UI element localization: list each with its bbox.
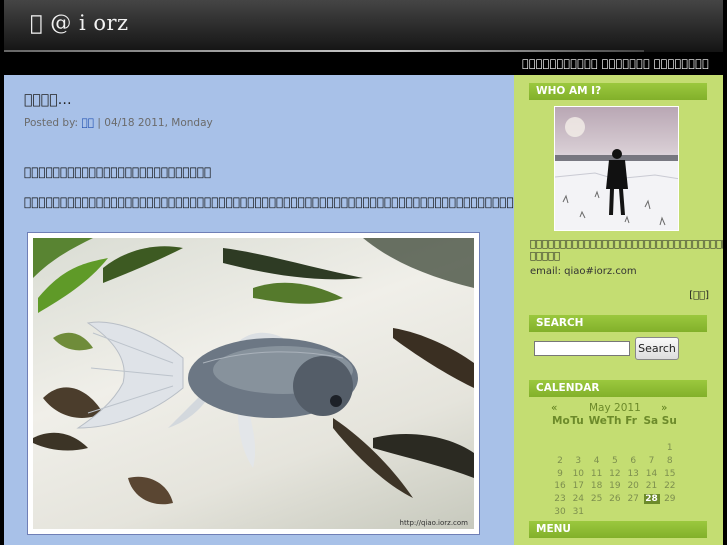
main-content:     … Posted by:    | 04/18 2011, Monday… (4, 75, 593, 545)
calendar-day[interactable]: 9 (552, 469, 568, 479)
site-header:   @ i orz (4, 0, 723, 52)
tagline-bar:                              (4, 52, 723, 75)
email-text: email: qiao#iorz.com (530, 266, 637, 277)
goldfish-illustration (33, 238, 474, 505)
calendar-day[interactable]: 21 (644, 481, 660, 491)
calendar-day[interactable]: 27 (625, 494, 641, 504)
calendar-day[interactable]: 6 (625, 456, 641, 466)
calendar-day[interactable]: 11 (589, 469, 605, 479)
calendar-day[interactable]: 22 (662, 481, 678, 491)
photo-watermark: http://qiao.iorz.com (399, 519, 468, 527)
posted-by-label: Posted by: (24, 117, 79, 129)
calendar-day[interactable]: 3 (570, 456, 586, 466)
person-in-snow-illustration (555, 117, 678, 230)
site-tagline:                              (521, 57, 709, 70)
menu-header: MENU (529, 521, 707, 538)
calendar-day[interactable]: 29 (662, 494, 678, 504)
calendar-weekday: Fr (625, 415, 637, 427)
post-photo-frame: http://qiao.iorz.com (27, 232, 480, 535)
calendar-day[interactable]: 10 (570, 469, 586, 479)
author-link[interactable]:    (81, 117, 94, 129)
calendar-day[interactable]: 19 (607, 481, 623, 491)
calendar-day[interactable]: 16 (552, 481, 568, 491)
bio-text:                                         … (530, 239, 723, 262)
calendar-day[interactable]: 14 (644, 469, 660, 479)
who-am-i-header: WHO AM I? (529, 83, 707, 100)
calendar-day[interactable]: 31 (570, 507, 586, 517)
post-date: | 04/18 2011, Monday (97, 117, 213, 129)
calendar-day[interactable]: 24 (570, 494, 586, 504)
sidebar: WHO AM I?                               … (514, 75, 723, 545)
calendar-day[interactable]: 26 (607, 494, 623, 504)
calendar-day[interactable]: 18 (589, 481, 605, 491)
page-frame:   @ i orz                               … (4, 0, 723, 545)
calendar-weekday: Su (661, 415, 677, 427)
calendar-header: CALENDAR (529, 380, 707, 397)
search-header: SEARCH (529, 315, 707, 332)
calendar-weekday: Mo (552, 415, 570, 427)
search-button[interactable]: Search (635, 337, 679, 360)
post-paragraph:                            (24, 165, 212, 179)
calendar-day[interactable]: 2 (552, 456, 568, 466)
calendar-weekday: Sa (643, 415, 659, 427)
calendar-day[interactable]: 23 (552, 494, 568, 504)
calendar-weekday: We (588, 415, 607, 427)
calendar-day[interactable]: 20 (625, 481, 641, 491)
calendar-day[interactable]: 12 (607, 469, 623, 479)
goldfish-photo[interactable]: http://qiao.iorz.com (33, 238, 474, 529)
calendar-next-link[interactable]: » (661, 402, 667, 414)
calendar-day[interactable]: 4 (589, 456, 605, 466)
calendar-day[interactable]: 7 (644, 456, 660, 466)
calendar-day[interactable]: 30 (552, 507, 568, 517)
site-title[interactable]:   @ i orz (30, 11, 129, 35)
calendar-month: May 2011 (589, 402, 641, 414)
profile-photo (554, 106, 679, 231)
calendar-day[interactable]: 5 (607, 456, 623, 466)
calendar-today[interactable]: 28 (643, 494, 660, 505)
post-meta: Posted by:    | 04/18 2011, Monday (24, 117, 213, 129)
search-input[interactable] (534, 341, 630, 356)
calendar-day[interactable]: 1 (662, 443, 678, 453)
calendar-day[interactable]: 17 (570, 481, 586, 491)
about-more-link[interactable]: [  ] (689, 290, 709, 301)
calendar-prev-link[interactable]: « (551, 402, 557, 414)
calendar-weekday: Tu (570, 415, 584, 427)
post-title[interactable]:     … (24, 92, 72, 108)
calendar-weekday: Th (606, 415, 622, 427)
calendar-day[interactable]: 15 (662, 469, 678, 479)
calendar-day[interactable]: 13 (625, 469, 641, 479)
calendar-day[interactable]: 25 (589, 494, 605, 504)
calendar-day[interactable]: 8 (662, 456, 678, 466)
post-paragraph:                                         … (24, 195, 593, 209)
